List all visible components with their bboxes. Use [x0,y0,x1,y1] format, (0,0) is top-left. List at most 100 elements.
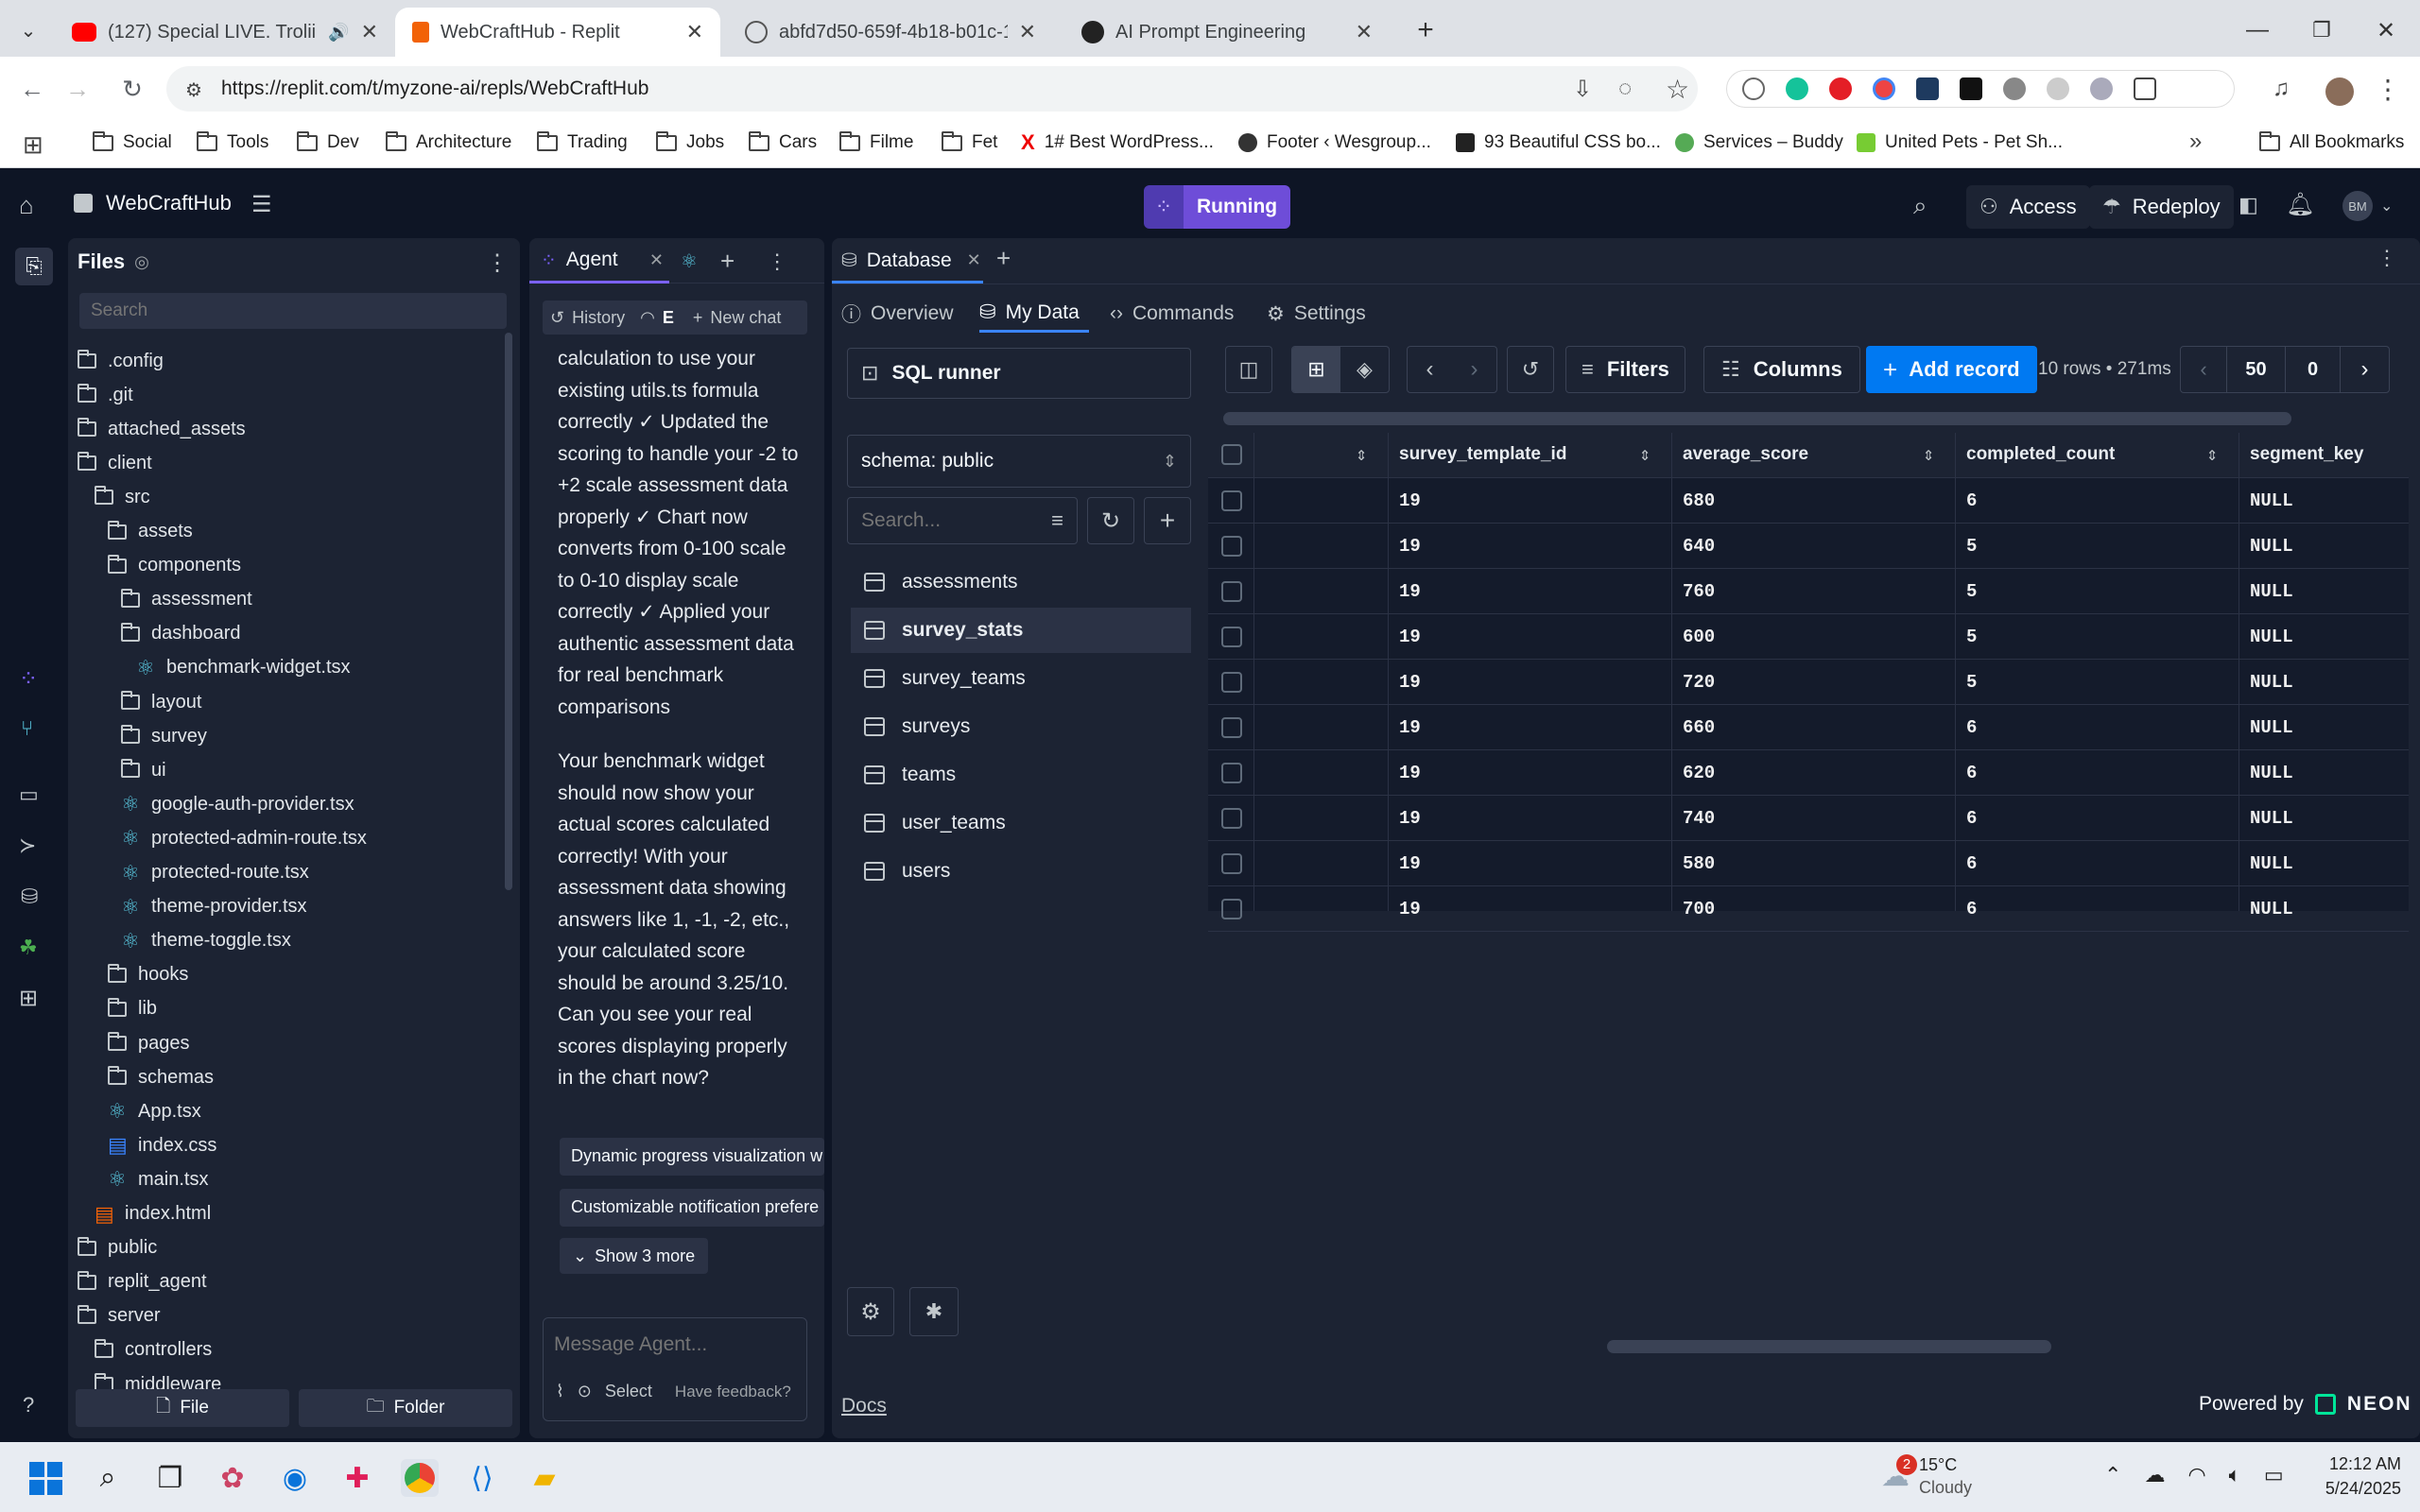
docs-link[interactable]: Docs [841,1395,887,1418]
more-bookmarks-icon[interactable]: » [2189,129,2202,155]
home-icon[interactable]: ⌂ [19,191,34,220]
minimize-icon[interactable]: — [2238,13,2276,47]
table-cell[interactable]: NULL [2250,808,2293,829]
url-text[interactable]: https://replit.com/t/myzone-ai/repls/Web… [221,77,648,100]
table-cell[interactable]: 19 [1399,581,1421,602]
close-tab-icon[interactable]: ✕ [649,250,664,270]
forward-icon[interactable]: → [60,72,95,106]
message-agent-input[interactable] [554,1329,798,1361]
table-cell[interactable]: 6 [1966,717,1977,738]
folder-item[interactable]: pages [108,1026,190,1060]
colorpicker-icon[interactable] [1873,77,1895,100]
table-cell[interactable]: 19 [1399,808,1421,829]
weather-widget[interactable]: ☁ 2 15°C Cloudy [1881,1453,1972,1499]
bookmark-united-pets[interactable]: United Pets - Pet Sh... [1857,128,2063,158]
folder-item[interactable]: src [95,480,150,514]
project-name[interactable]: WebCraftHub [74,191,232,215]
bookmark-social[interactable]: Social [93,128,172,158]
folder-item[interactable]: dashboard [121,617,241,651]
pane-menu-icon[interactable]: ⋮ [2377,246,2397,270]
folder-item[interactable]: assets [108,515,193,549]
suggestion-chip[interactable]: Customizable notification prefere [560,1189,824,1227]
close-tab-icon[interactable]: ✕ [686,20,703,44]
bell-icon[interactable]: 🔔︎ [2286,191,2314,218]
agent-icon[interactable]: ⁘ [19,665,38,693]
table-cell[interactable]: 640 [1683,536,1715,557]
folder-item[interactable]: assessment [121,583,252,617]
filter-icon[interactable]: ≡ [1051,508,1063,533]
table-cell[interactable]: NULL [2250,536,2293,557]
sort-icon[interactable]: ⇕ [1356,442,1367,467]
folder-item[interactable]: public [78,1231,157,1265]
table-cell[interactable]: NULL [2250,581,2293,602]
browser-tab-abfd[interactable]: abfd7d50-659f-4b18-b01c-159 ✕ [728,8,1053,57]
history-icon[interactable]: ↺ [1507,346,1554,393]
table-cell[interactable]: 740 [1683,808,1715,829]
row-checkbox[interactable] [1221,853,1242,874]
battery-icon[interactable]: ▭ [2264,1463,2284,1487]
bug-icon[interactable] [2003,77,2026,100]
copilot-icon[interactable]: ✿ [214,1459,251,1497]
webview-icon[interactable]: ▭ [19,782,39,807]
layers-icon[interactable]: ◈ [1340,347,1389,392]
redeploy-button[interactable]: ☂ Redeploy [2089,185,2234,229]
chevron-left-icon[interactable]: ‹ [1408,347,1452,392]
nav-overview[interactable]: ⓘ Overview [841,295,954,333]
files-search-input[interactable] [79,293,507,329]
powered-by-neon[interactable]: Powered by NEON [2199,1393,2412,1416]
bookmark-wordpress[interactable]: X 1# Best WordPress... [1021,128,1214,158]
row-checkbox[interactable] [1221,808,1242,829]
media-icon[interactable]: ♫ [2273,76,2290,102]
new-file-button[interactable]: 🗋 File [76,1389,289,1427]
table-cell[interactable]: 600 [1683,627,1715,647]
table-row[interactable] [1208,885,2409,886]
all-bookmarks[interactable]: All Bookmarks [2259,128,2404,158]
folder-item[interactable]: lib [108,992,157,1026]
close-window-icon[interactable]: ✕ [2367,13,2405,47]
table-cell[interactable]: 19 [1399,672,1421,693]
file-item[interactable]: ⚛ protected-admin-route.tsx [121,821,367,855]
close-tab-icon[interactable]: ✕ [361,20,378,44]
tab-database[interactable]: ⛁ Database ✕ [832,240,983,284]
files-scrollbar[interactable] [505,333,512,890]
table-cell[interactable]: 760 [1683,581,1715,602]
file-item[interactable]: ⚛ theme-toggle.tsx [121,924,291,958]
columns-button[interactable]: ☷ Columns [1703,346,1860,393]
page-prev-icon[interactable]: ‹ [2181,347,2226,392]
grid-view-icon[interactable]: ⊞ [1292,347,1340,392]
add-tab-icon[interactable]: + [720,247,735,276]
file-item[interactable]: ⚛ theme-provider.tsx [121,890,306,924]
close-tab-icon[interactable]: ✕ [967,250,981,270]
row-checkbox[interactable] [1221,490,1242,511]
bookmark-cars[interactable]: Cars [749,128,817,158]
row-checkbox[interactable] [1221,717,1242,738]
table-cell[interactable]: NULL [2250,717,2293,738]
table-cell[interactable]: 19 [1399,490,1421,511]
sort-icon[interactable]: ⇕ [1639,442,1651,467]
tab-agent[interactable]: ⁘ Agent ✕ [529,240,669,284]
file-item[interactable]: ⚛ App.tsx [108,1094,201,1128]
table-list-item[interactable]: user_teams [851,800,1191,846]
volume-icon[interactable]: 🔈︎ [2229,1463,2241,1487]
slack-icon[interactable]: ✚ [338,1459,376,1497]
bookmark-jobs[interactable]: Jobs [656,128,724,158]
table-cell[interactable]: NULL [2250,627,2293,647]
table-cell[interactable]: NULL [2250,899,2293,919]
install-app-icon[interactable]: ⇩ [1573,76,1592,103]
schema-select[interactable]: schema: public ⇕ [847,435,1191,488]
table-cell[interactable]: 5 [1966,672,1977,693]
folder-item[interactable]: ui [121,753,166,787]
agent-menu-icon[interactable]: ⋮ [767,249,787,274]
bookmark-buddy[interactable]: Services – Buddy [1675,128,1843,158]
page-next-icon[interactable]: › [2340,347,2389,392]
add-tab-icon[interactable]: + [996,244,1011,273]
table-cell[interactable]: 720 [1683,672,1715,693]
table-row[interactable] [1208,840,2409,841]
row-checkbox[interactable] [1221,899,1242,919]
help-icon[interactable]: ? [23,1393,34,1418]
site-info-icon[interactable]: ⚙ [180,76,208,104]
table-cell[interactable]: 19 [1399,717,1421,738]
table-cell[interactable]: 6 [1966,490,1977,511]
font-icon[interactable] [1960,77,1982,100]
search-icon[interactable]: ⌕ [89,1459,127,1497]
